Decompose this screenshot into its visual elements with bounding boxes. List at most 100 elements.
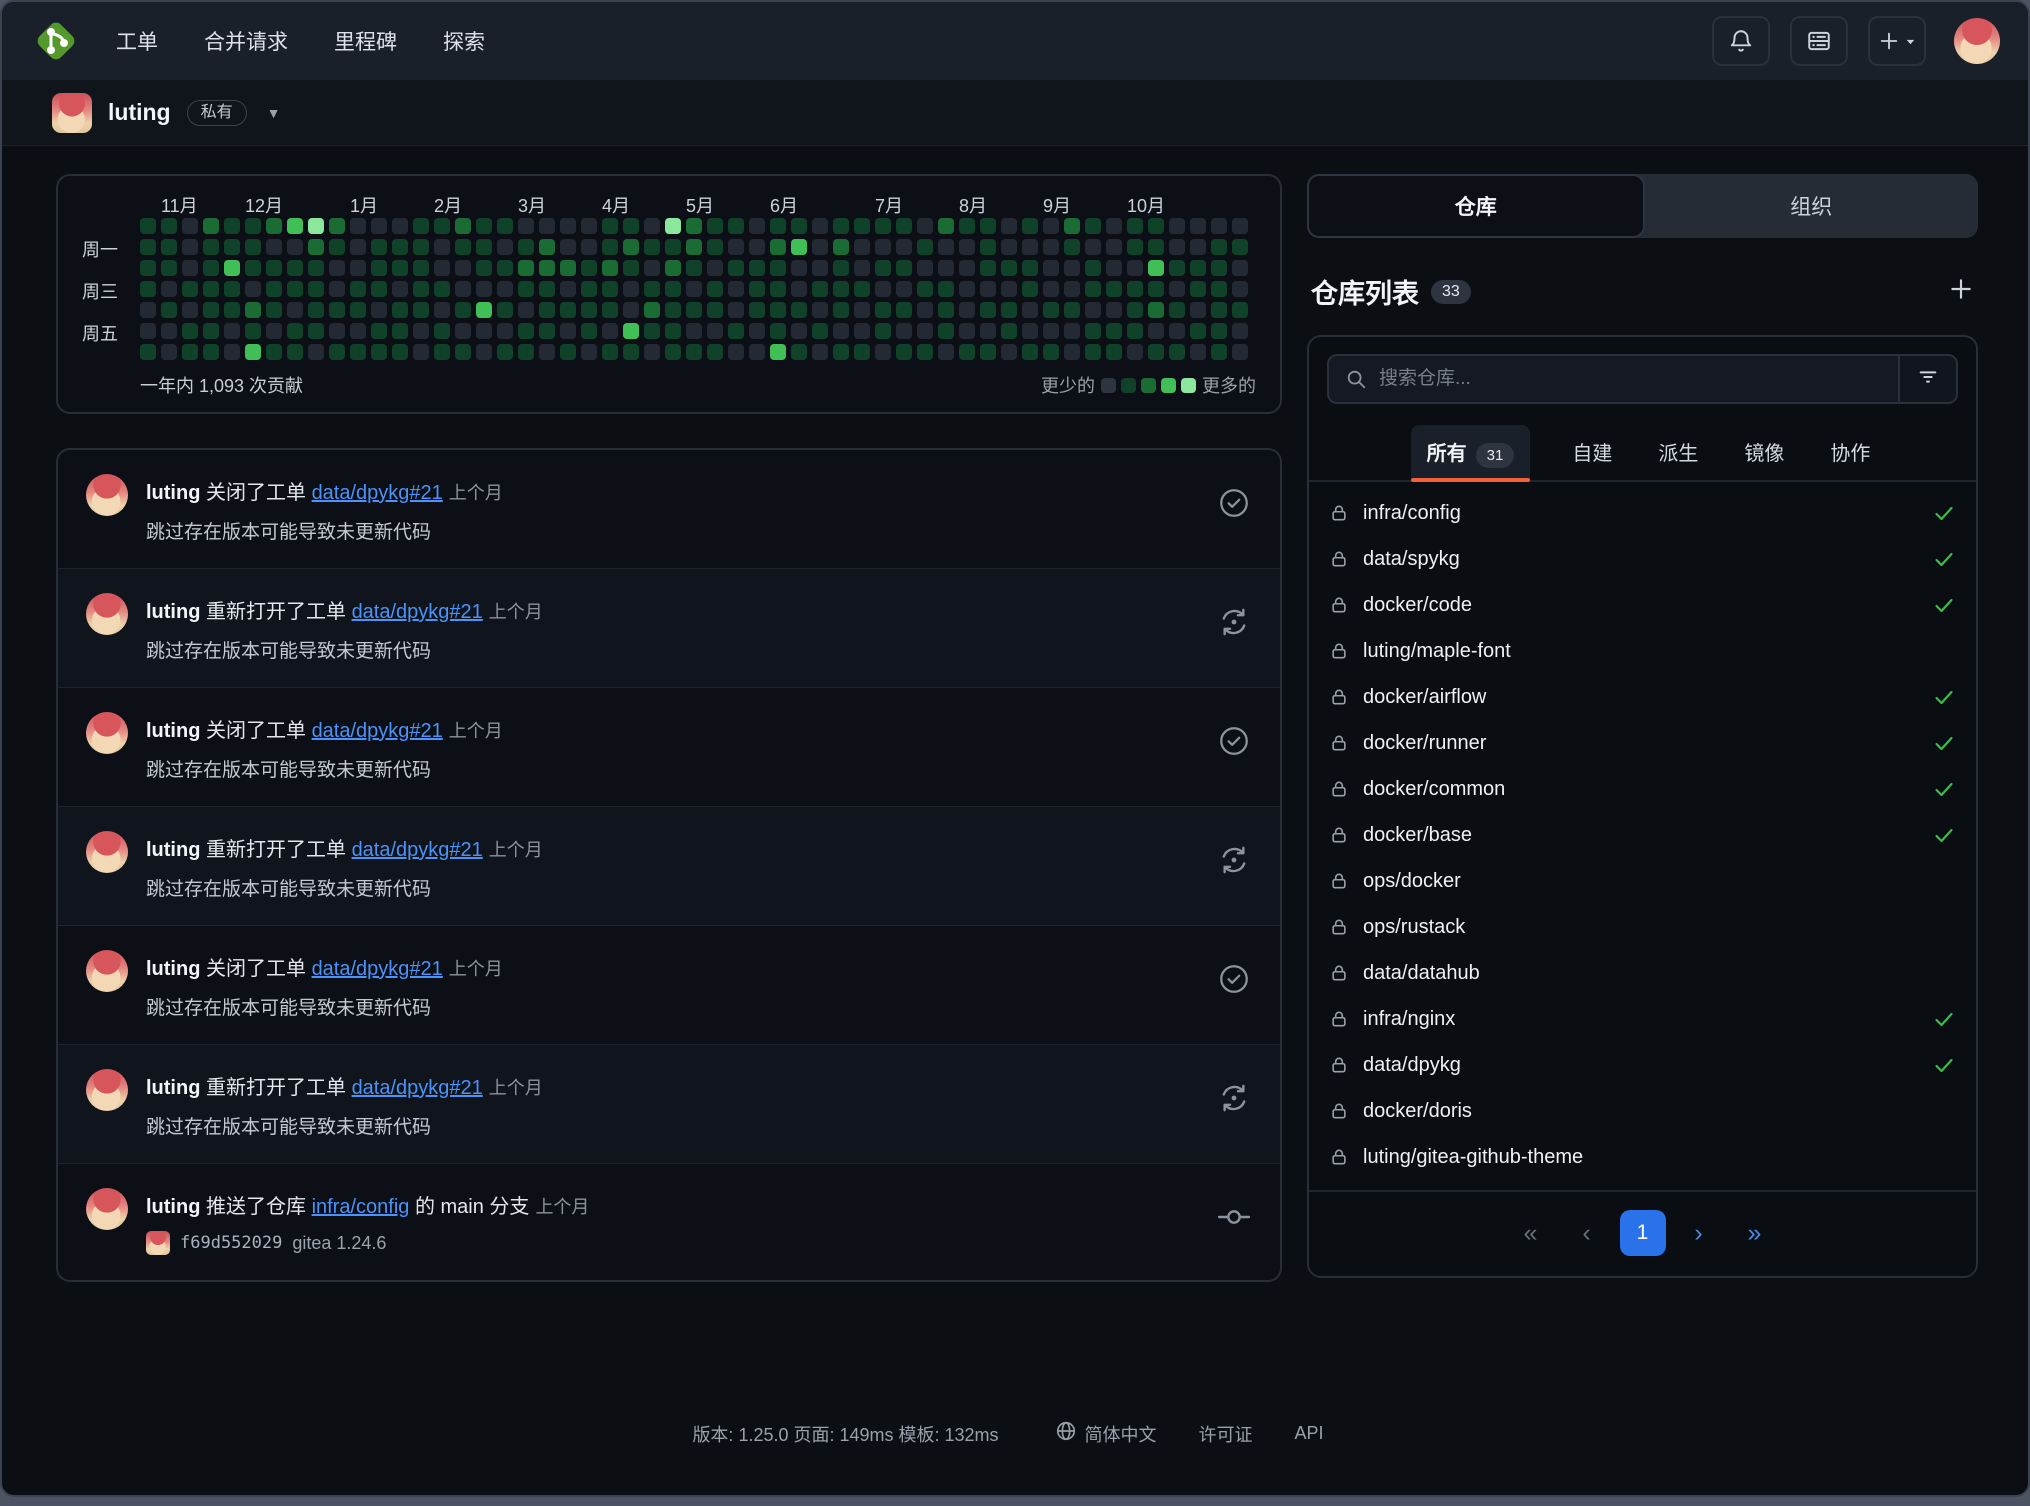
filter-tab-所有[interactable]: 所有31 <box>1411 425 1531 480</box>
repo-filter-button[interactable] <box>1898 356 1956 402</box>
filter-tab-镜像[interactable]: 镜像 <box>1740 425 1788 480</box>
feed-actor-link[interactable]: luting <box>146 720 200 742</box>
repo-link[interactable]: data/datahub <box>1363 962 1480 985</box>
gitea-logo[interactable] <box>30 15 82 67</box>
feed-actor-link[interactable]: luting <box>146 601 200 623</box>
feed-target-link[interactable]: infra/config <box>312 1196 410 1218</box>
heatmap-cell <box>1064 281 1080 297</box>
nav-link-0[interactable]: 工单 <box>116 26 158 56</box>
feed-actor-link[interactable]: luting <box>146 839 200 861</box>
heatmap-cell <box>371 260 387 276</box>
commit-sha-link[interactable]: f69d552029 <box>180 1233 282 1253</box>
repo-link[interactable]: infra/config <box>1363 502 1461 525</box>
heatmap-cell <box>161 323 177 339</box>
heatmap-cell <box>476 344 492 360</box>
tab-仓库[interactable]: 仓库 <box>1307 174 1645 238</box>
repo-link[interactable]: luting/gitea-github-theme <box>1363 1146 1583 1169</box>
repo-link[interactable]: docker/base <box>1363 824 1472 847</box>
feed-avatar[interactable] <box>86 474 128 516</box>
feed-target-link[interactable]: data/dpykg#21 <box>312 958 443 980</box>
heatmap-cell <box>686 260 702 276</box>
heatmap-cell <box>1064 260 1080 276</box>
feed-item-title: luting 重新打开了工单 data/dpykg#21上个月 <box>146 1071 1198 1100</box>
add-repo-button[interactable] <box>1948 276 1974 307</box>
notifications-button[interactable] <box>1712 16 1770 66</box>
repo-link[interactable]: docker/airflow <box>1363 686 1486 709</box>
admin-panel-button[interactable] <box>1790 16 1848 66</box>
feed-avatar[interactable] <box>86 1069 128 1111</box>
repo-link[interactable]: data/spykg <box>1363 548 1460 571</box>
heatmap-cell <box>1001 323 1017 339</box>
heatmap-cell <box>497 239 513 255</box>
repo-link[interactable]: docker/common <box>1363 778 1505 801</box>
pagination-last[interactable]: » <box>1732 1210 1778 1256</box>
pagination-page-1[interactable]: 1 <box>1620 1210 1666 1256</box>
heatmap-cell <box>329 218 345 234</box>
feed-target-link[interactable]: data/dpykg#21 <box>352 1077 483 1099</box>
legend-less-label: 更少的 <box>1041 372 1095 398</box>
repo-link[interactable]: data/dpykg <box>1363 1054 1461 1077</box>
nav-link-2[interactable]: 里程碑 <box>334 26 397 56</box>
heatmap-month-label: 4月 <box>602 192 630 218</box>
heatmap-cell <box>539 281 555 297</box>
repo-row: data/dpykg <box>1329 1042 1956 1088</box>
feed-avatar[interactable] <box>86 950 128 992</box>
feed-target-link[interactable]: data/dpykg#21 <box>352 839 483 861</box>
profile-avatar[interactable] <box>52 93 92 133</box>
profile-username[interactable]: luting <box>108 99 171 126</box>
nav-link-1[interactable]: 合并请求 <box>204 26 288 56</box>
heatmap-cell <box>581 344 597 360</box>
heatmap-cell <box>602 302 618 318</box>
heatmap-cell <box>308 281 324 297</box>
feed-avatar[interactable] <box>86 1188 128 1230</box>
tab-组织[interactable]: 组织 <box>1645 174 1979 238</box>
heatmap-cell <box>308 239 324 255</box>
profile-dropdown-caret[interactable]: ▼ <box>267 105 281 121</box>
pagination-prev[interactable]: ‹ <box>1564 1210 1610 1256</box>
heatmap-cell <box>539 323 555 339</box>
heatmap-cell <box>1211 323 1227 339</box>
repo-link[interactable]: luting/maple-font <box>1363 640 1511 663</box>
heatmap-cell <box>896 218 912 234</box>
feed-avatar[interactable] <box>86 831 128 873</box>
pagination-first[interactable]: « <box>1508 1210 1554 1256</box>
heatmap-cell <box>413 218 429 234</box>
repo-link[interactable]: docker/code <box>1363 594 1472 617</box>
nav-link-3[interactable]: 探索 <box>443 26 485 56</box>
create-new-button[interactable] <box>1868 16 1926 66</box>
repo-link[interactable]: ops/docker <box>1363 870 1461 893</box>
feed-target-link[interactable]: data/dpykg#21 <box>352 601 483 623</box>
repo-link[interactable]: infra/nginx <box>1363 1008 1455 1031</box>
feed-actor-link[interactable]: luting <box>146 482 200 504</box>
heatmap-cell <box>833 323 849 339</box>
heatmap-cell <box>560 218 576 234</box>
repo-link[interactable]: ops/rustack <box>1363 916 1465 939</box>
pagination-next[interactable]: › <box>1676 1210 1722 1256</box>
search-icon <box>1329 368 1379 390</box>
heatmap-cell <box>392 260 408 276</box>
lock-icon <box>1329 1101 1349 1121</box>
feed-target-link[interactable]: data/dpykg#21 <box>312 482 443 504</box>
filter-tab-自建[interactable]: 自建 <box>1568 425 1616 480</box>
repo-link[interactable]: docker/runner <box>1363 732 1486 755</box>
filter-tab-派生[interactable]: 派生 <box>1654 425 1702 480</box>
repo-search-input[interactable] <box>1379 368 1898 390</box>
feed-actor-link[interactable]: luting <box>146 1077 200 1099</box>
heatmap-cell <box>1106 260 1122 276</box>
repo-row: docker/runner <box>1329 720 1956 766</box>
heatmap-cell <box>749 302 765 318</box>
heatmap-cell <box>245 344 261 360</box>
feed-actor-link[interactable]: luting <box>146 1196 200 1218</box>
repo-link[interactable]: docker/doris <box>1363 1100 1472 1123</box>
heatmap-cell <box>812 239 828 255</box>
heatmap-cell <box>749 218 765 234</box>
user-avatar[interactable] <box>1954 18 2000 64</box>
filter-tab-协作[interactable]: 协作 <box>1826 425 1874 480</box>
license-link[interactable]: 许可证 <box>1199 1421 1253 1447</box>
feed-avatar[interactable] <box>86 712 128 754</box>
feed-actor-link[interactable]: luting <box>146 958 200 980</box>
api-link[interactable]: API <box>1295 1423 1324 1444</box>
feed-target-link[interactable]: data/dpykg#21 <box>312 720 443 742</box>
feed-avatar[interactable] <box>86 593 128 635</box>
language-selector[interactable]: 简体中文 <box>1055 1420 1157 1447</box>
